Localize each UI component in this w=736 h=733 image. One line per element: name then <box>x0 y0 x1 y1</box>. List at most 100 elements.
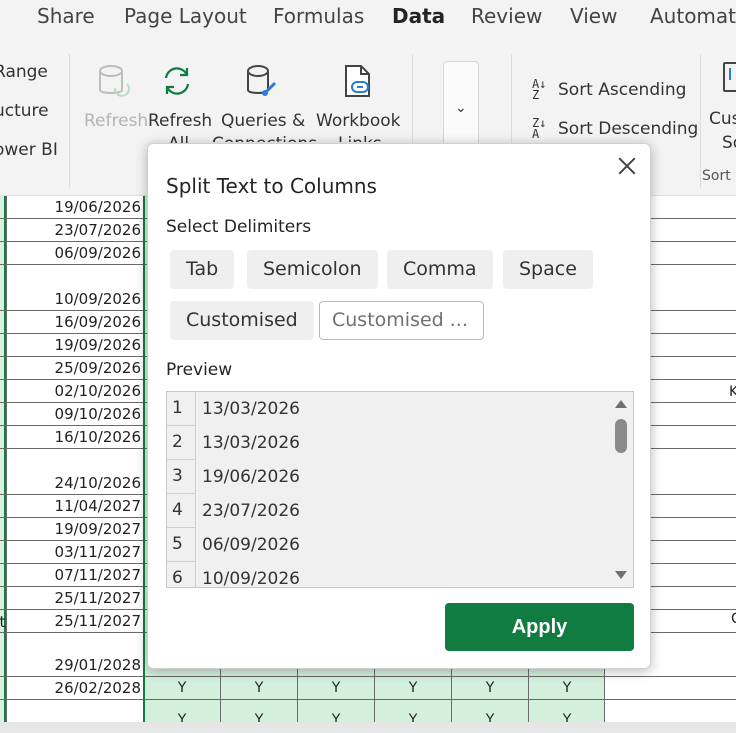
delimiter-comma-button[interactable]: Comma <box>387 250 493 289</box>
sort-descending-button[interactable]: Z↓ A Sort Descending <box>532 116 699 141</box>
cell-date[interactable]: 26/02/2028 <box>8 679 141 697</box>
cell-y-value[interactable]: Y <box>452 680 528 696</box>
preview-row: 4 23/07/2026 <box>167 494 607 528</box>
cell-date[interactable]: 03/11/2027 <box>8 543 141 561</box>
cell-date[interactable]: 25/11/2027 <box>8 612 141 630</box>
scroll-up-icon[interactable] <box>615 400 627 408</box>
preview-row-value: 19/06/2026 <box>202 467 300 487</box>
delimiter-semicolon-button[interactable]: Semicolon <box>247 250 378 289</box>
preview-row-value: 13/03/2026 <box>202 433 300 453</box>
cell-date[interactable]: 25/09/2026 <box>8 359 141 377</box>
tab-page-layout[interactable]: Page Layout <box>124 4 247 28</box>
cell-date[interactable]: 25/11/2027 <box>8 589 141 607</box>
ribbon-range-item[interactable]: Range <box>0 62 48 82</box>
cell-date[interactable]: 02/10/2026 <box>8 382 141 400</box>
custom-delimiter-input[interactable]: Customised ... <box>319 301 484 340</box>
preview-row: 3 19/06/2026 <box>167 460 607 494</box>
ribbon-power-bi-item[interactable]: ower BI <box>0 140 58 160</box>
cell-date[interactable]: 07/11/2027 <box>8 566 141 584</box>
sort-descending-icon: Z↓ A <box>532 116 547 141</box>
refresh-all-button[interactable]: Refresh <box>84 111 148 131</box>
tab-data[interactable]: Data <box>392 4 445 28</box>
close-icon[interactable] <box>617 156 637 176</box>
preview-row: 1 13/03/2026 <box>167 392 607 426</box>
cell-y-value[interactable]: Y <box>375 680 451 696</box>
cell-date[interactable]: 16/10/2026 <box>8 428 141 446</box>
database-refresh-icon <box>99 65 130 97</box>
tab-automate[interactable]: Automate <box>650 4 736 28</box>
preview-list[interactable]: 1 13/03/2026 2 13/03/2026 3 19/06/2026 4 23/07/… <box>166 391 634 588</box>
delimiter-space-button[interactable]: Space <box>503 250 593 289</box>
preview-row-value: 13/03/2026 <box>202 399 300 419</box>
cell-y-value[interactable]: Y <box>221 712 297 722</box>
cell-date[interactable]: 24/10/2026 <box>8 474 141 492</box>
horizontal-scrollbar[interactable] <box>0 722 736 733</box>
preview-row: 2 13/03/2026 <box>167 426 607 460</box>
cell-y-value[interactable]: Y <box>375 712 451 722</box>
refresh-button[interactable]: Refresh <box>148 111 212 131</box>
sort-descending-label: Sort Descending <box>558 119 699 139</box>
excel-window: Share Page Layout Formulas Data Review V… <box>0 0 736 733</box>
data-types-dropdown-button[interactable]: ⌄ <box>443 61 479 155</box>
cell-date[interactable]: 19/09/2026 <box>8 336 141 354</box>
apply-button[interactable]: Apply <box>445 603 634 651</box>
delimiter-customised-button[interactable]: Customised <box>170 301 314 340</box>
preview-row-value: 23/07/2026 <box>202 501 300 521</box>
custom-sort-icon <box>723 62 736 92</box>
preview-row: 5 06/09/2026 <box>167 528 607 562</box>
queries-connections-button[interactable]: Queries & <box>221 111 305 131</box>
preview-label: Preview <box>166 360 233 380</box>
sort-ascending-label: Sort Ascending <box>558 80 687 100</box>
cell-y-value[interactable]: Y <box>298 712 374 722</box>
cell-y-value[interactable]: Y <box>298 680 374 696</box>
tab-view[interactable]: View <box>570 4 617 28</box>
workbook-links-icon <box>345 65 370 97</box>
scroll-down-icon[interactable] <box>615 571 627 579</box>
cell-y-value[interactable]: Y <box>529 680 605 696</box>
preview-row-number: 1 <box>167 392 196 426</box>
queries-connections-icon <box>247 65 277 96</box>
preview-row-number: 4 <box>167 494 196 528</box>
sort-ascending-button[interactable]: A↓ Z Sort Ascending <box>532 77 687 102</box>
custom-sort-sub-label: So <box>722 133 736 153</box>
chevron-down-icon: ⌄ <box>455 100 467 116</box>
sort-ascending-icon: A↓ Z <box>532 77 547 102</box>
workbook-links-button[interactable]: Workbook <box>316 111 401 131</box>
cell-y-value[interactable]: Y <box>144 680 220 696</box>
tab-share[interactable]: Share <box>37 4 95 28</box>
cell-y-value[interactable]: Y <box>144 712 220 722</box>
dialog-title: Split Text to Columns <box>166 174 377 198</box>
preview-row: 6 10/09/2026 <box>167 562 607 588</box>
cell-date[interactable]: 11/04/2027 <box>8 497 141 515</box>
table-row[interactable]: YYYYYY <box>0 700 736 722</box>
split-text-dialog: Split Text to Columns Select Delimiters … <box>147 143 651 669</box>
cell-date[interactable]: 29/01/2028 <box>8 656 141 674</box>
cell-date[interactable]: 16/09/2026 <box>8 313 141 331</box>
cell-y-value[interactable]: Y <box>529 712 605 722</box>
preview-row-number: 2 <box>167 426 196 460</box>
preview-row-number: 6 <box>167 562 196 587</box>
cell-y-value[interactable]: Y <box>452 712 528 722</box>
cell-date[interactable]: 19/09/2027 <box>8 520 141 538</box>
tab-formulas[interactable]: Formulas <box>273 4 364 28</box>
ribbon-structure-item[interactable]: ucture <box>0 101 49 121</box>
custom-sort-button[interactable]: Cus <box>709 109 736 129</box>
table-row[interactable]: n26/02/2028YYYYYY <box>0 677 736 700</box>
tab-review[interactable]: Review <box>471 4 542 28</box>
cell-date[interactable]: 19/06/2026 <box>8 198 141 216</box>
cell-date[interactable]: 06/09/2026 <box>8 244 141 262</box>
preview-row-value: 06/09/2026 <box>202 535 300 555</box>
ribbon-separator <box>69 54 70 188</box>
preview-row-value: 10/09/2026 <box>202 569 300 588</box>
preview-scrollbar[interactable] <box>609 392 633 587</box>
cell-edge-c: C <box>731 611 736 627</box>
preview-row-number: 5 <box>167 528 196 562</box>
cell-date[interactable]: 23/07/2026 <box>8 221 141 239</box>
cell-y-value[interactable]: Y <box>221 680 297 696</box>
cell-date[interactable]: 09/10/2026 <box>8 405 141 423</box>
cell-date[interactable]: 10/09/2026 <box>8 290 141 308</box>
scroll-thumb[interactable] <box>615 419 627 453</box>
delimiter-tab-button[interactable]: Tab <box>170 250 235 289</box>
ribbon-separator <box>700 54 701 188</box>
sort-filter-group-label: Sort & <box>702 168 736 184</box>
